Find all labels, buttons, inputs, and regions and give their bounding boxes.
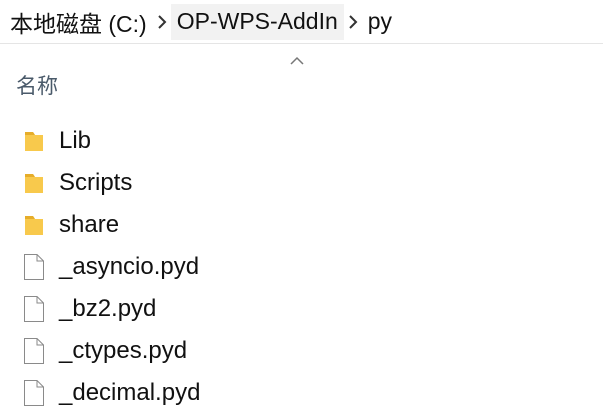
- file-icon: [22, 336, 46, 366]
- breadcrumb-item-drive[interactable]: 本地磁盘 (C:): [0, 4, 153, 40]
- file-icon: [22, 378, 46, 408]
- file-icon: [22, 294, 46, 324]
- folder-icon: [22, 168, 46, 198]
- file-name: share: [59, 211, 120, 238]
- list-item[interactable]: Scripts: [0, 162, 603, 204]
- list-item[interactable]: _decimal.pyd: [0, 372, 603, 414]
- list-item[interactable]: _ctypes.pyd: [0, 330, 603, 372]
- breadcrumb-item-py[interactable]: py: [362, 4, 398, 40]
- file-icon: [22, 252, 46, 282]
- folder-icon: [22, 210, 46, 240]
- file-name: Lib: [59, 127, 92, 154]
- breadcrumb: 本地磁盘 (C:) OP-WPS-AddIn py: [0, 0, 603, 44]
- list-item[interactable]: Lib: [0, 120, 603, 162]
- file-name: _asyncio.pyd: [59, 253, 200, 280]
- column-header-name[interactable]: 名称: [16, 70, 58, 100]
- sort-ascending-icon: [290, 56, 304, 65]
- chevron-right-icon[interactable]: [344, 4, 362, 40]
- file-name: Scripts: [59, 169, 133, 196]
- folder-icon: [22, 126, 46, 156]
- list-item[interactable]: _bz2.pyd: [0, 288, 603, 330]
- column-header-bar: 名称: [0, 44, 603, 114]
- file-name: _decimal.pyd: [59, 379, 201, 406]
- list-item[interactable]: share: [0, 204, 603, 246]
- file-name: _ctypes.pyd: [59, 337, 188, 364]
- breadcrumb-item-addin[interactable]: OP-WPS-AddIn: [170, 3, 344, 40]
- chevron-right-icon[interactable]: [153, 4, 171, 40]
- list-item[interactable]: _asyncio.pyd: [0, 246, 603, 288]
- file-name: _bz2.pyd: [59, 295, 157, 322]
